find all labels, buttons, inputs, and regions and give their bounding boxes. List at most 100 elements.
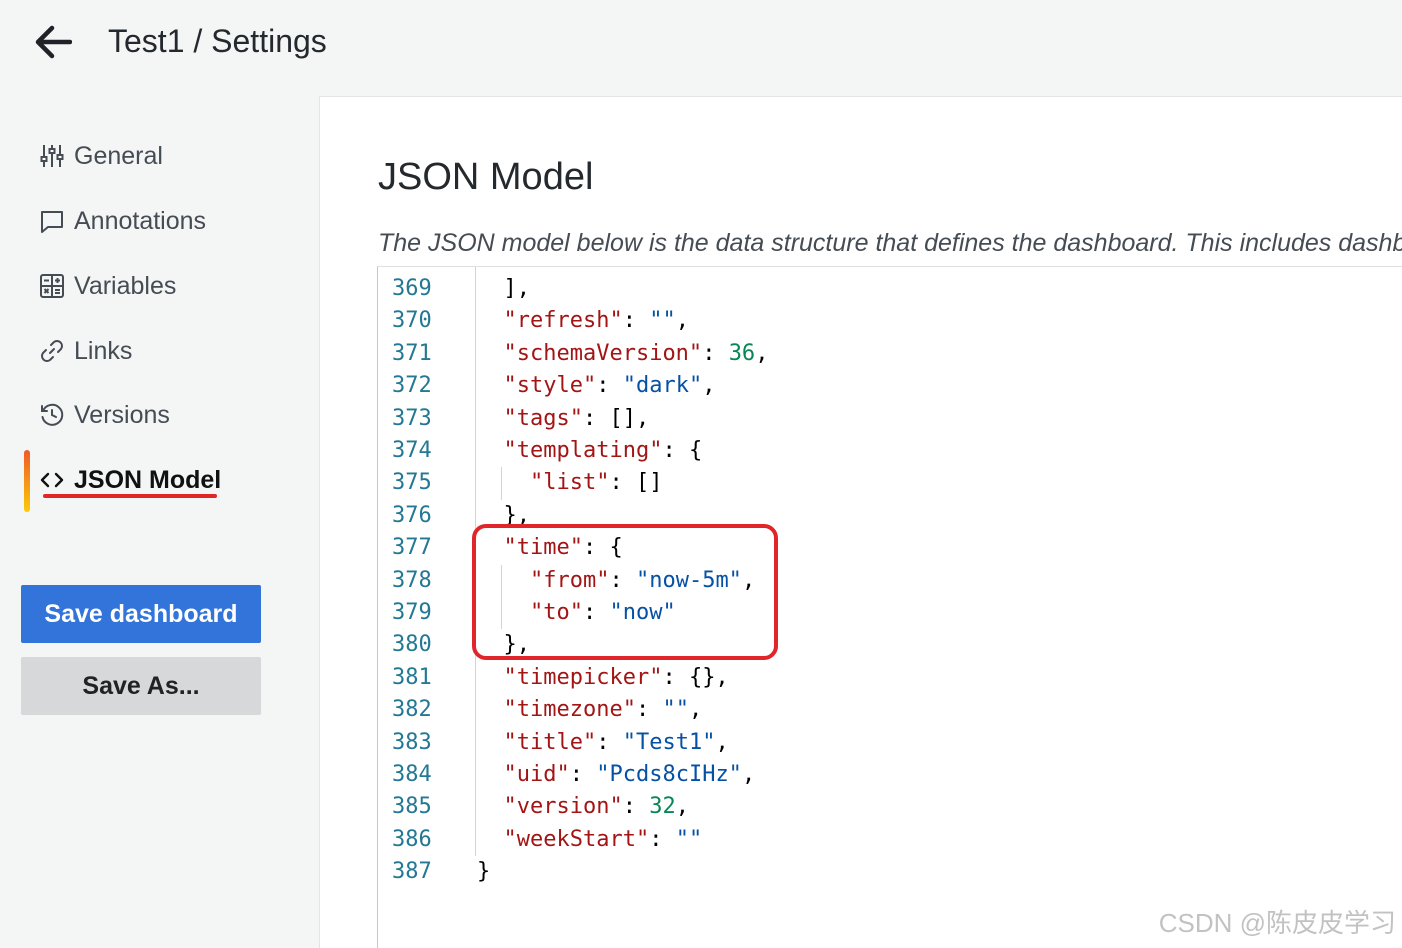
code-token: "Pcds8cIHz" xyxy=(596,762,742,787)
code-line: 369 ], xyxy=(378,273,1402,305)
code-token: "refresh" xyxy=(503,308,623,334)
comment-icon xyxy=(38,207,66,235)
line-number: 383 xyxy=(392,729,432,755)
highlight-annotation xyxy=(472,524,778,660)
code-token: , xyxy=(675,308,689,334)
line-number: 373 xyxy=(392,405,432,431)
code-line: 370 "refresh": "", xyxy=(378,305,1402,337)
sidebar-item-label: Variables xyxy=(74,271,177,300)
history-icon xyxy=(38,401,66,429)
code-line: 371 "schemaVersion": 36, xyxy=(378,338,1402,370)
code-token: : xyxy=(649,826,676,852)
sliders-icon xyxy=(38,142,66,170)
code-token: : xyxy=(702,340,729,366)
code-token: "templating" xyxy=(503,438,663,463)
code-text: "templating": { xyxy=(477,435,703,467)
line-number: 380 xyxy=(392,632,432,658)
code-token: 32 xyxy=(649,794,676,820)
sidebar-item-label: JSON Model xyxy=(74,465,222,494)
sidebar-item-general[interactable]: General xyxy=(38,136,163,176)
code-text: "weekStart": "" xyxy=(477,824,703,856)
sidebar-item-label: Annotations xyxy=(74,206,207,235)
section-description: The JSON model below is the data structu… xyxy=(378,229,1402,257)
code-token: "schemaVersion" xyxy=(503,340,703,366)
code-token: "uid" xyxy=(503,762,570,787)
line-number: 374 xyxy=(392,438,432,463)
code-token: : [] xyxy=(609,470,663,496)
line-number: 384 xyxy=(392,762,432,787)
line-number: 381 xyxy=(392,664,432,690)
save-as-button[interactable]: Save As... xyxy=(21,657,261,715)
code-line: 373 "tags": [], xyxy=(378,403,1402,435)
code-token: , xyxy=(675,794,689,820)
code-text: "style": "dark", xyxy=(477,370,716,402)
code-text: "title": "Test1", xyxy=(477,727,729,759)
code-line: 384 "uid": "Pcds8cIHz", xyxy=(378,759,1402,791)
code-line: 386 "weekStart": "" xyxy=(378,824,1402,856)
line-number: 387 xyxy=(392,859,432,885)
code-token: "tags" xyxy=(503,405,583,431)
line-number: 376 xyxy=(392,502,432,528)
sidebar-item-label: General xyxy=(74,141,163,170)
code-text: "timepicker": {}, xyxy=(477,662,729,694)
code-text: "tags": [], xyxy=(477,403,650,435)
code-token: : { xyxy=(662,438,703,463)
code-text: "timezone": "", xyxy=(477,694,703,726)
line-number: 375 xyxy=(392,470,432,496)
line-number: 369 xyxy=(392,276,432,301)
code-text: ], xyxy=(477,273,530,305)
code-line: 382 "timezone": "", xyxy=(378,694,1402,726)
code-token: : xyxy=(622,794,650,820)
code-token: "dark" xyxy=(622,373,703,399)
sidebar-item-links[interactable]: Links xyxy=(38,331,132,371)
code-line: 374 "templating": { xyxy=(378,435,1402,467)
line-number: 372 xyxy=(392,373,432,399)
code-icon xyxy=(38,466,66,494)
code-token: : xyxy=(596,373,623,399)
line-number: 386 xyxy=(392,826,432,852)
code-token: "timepicker" xyxy=(503,664,663,690)
code-line: 383 "title": "Test1", xyxy=(378,727,1402,759)
code-token: , xyxy=(755,340,769,366)
code-token: , xyxy=(715,729,729,755)
sidebar-item-label: Links xyxy=(74,336,133,365)
line-number: 371 xyxy=(392,340,432,366)
save-dashboard-button[interactable]: Save dashboard xyxy=(21,585,261,643)
code-token: , xyxy=(741,762,756,787)
sidebar-item-variables[interactable]: Variables xyxy=(38,266,176,306)
code-token: , xyxy=(688,697,703,723)
line-number: 377 xyxy=(392,535,432,561)
code-token: "weekStart" xyxy=(503,826,650,852)
code-token: "" xyxy=(662,697,689,723)
code-text: "version": 32, xyxy=(477,791,689,823)
sidebar-item-annotations[interactable]: Annotations xyxy=(38,201,206,241)
code-text: "refresh": "", xyxy=(477,305,689,337)
code-token: : {}, xyxy=(662,664,729,690)
watermark: CSDN @陈皮皮学习 xyxy=(1158,908,1396,938)
code-token: "Test1" xyxy=(622,729,716,755)
page-title: Test1 / Settings xyxy=(108,23,327,59)
code-token: ], xyxy=(477,276,530,301)
code-token: } xyxy=(477,859,491,885)
sidebar-item-versions[interactable]: Versions xyxy=(38,395,170,435)
link-icon xyxy=(38,337,66,365)
code-token: : xyxy=(622,308,650,334)
section-title: JSON Model xyxy=(378,156,594,198)
back-button[interactable] xyxy=(32,22,74,62)
active-underline xyxy=(43,494,217,498)
code-text: } xyxy=(477,856,490,888)
code-token: : xyxy=(596,729,623,755)
code-token: 36 xyxy=(728,340,756,366)
code-line: 387} xyxy=(378,856,1402,888)
arrow-left-icon xyxy=(35,25,72,59)
